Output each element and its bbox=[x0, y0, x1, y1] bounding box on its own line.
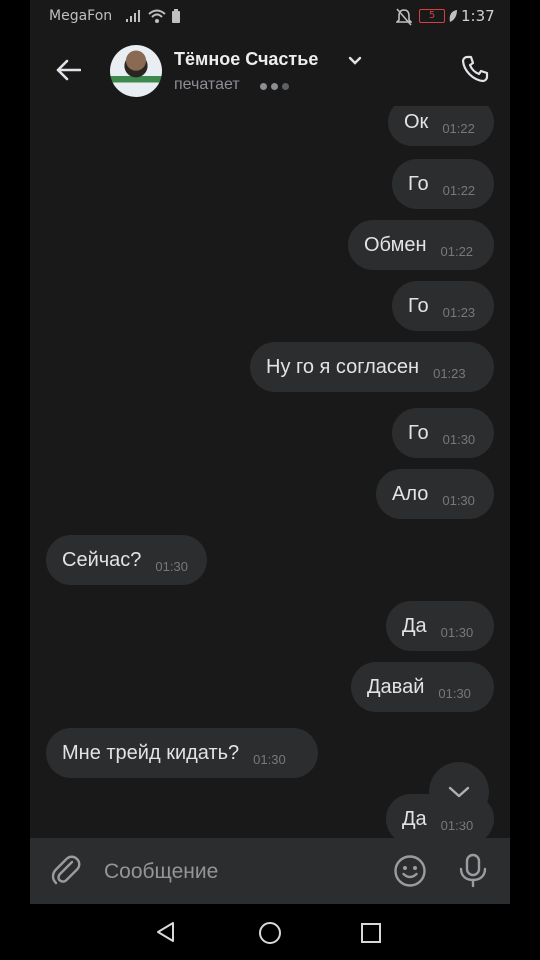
message-text: Го bbox=[408, 294, 429, 317]
message-time: 01:30 bbox=[440, 624, 474, 640]
back-button[interactable] bbox=[46, 48, 90, 92]
paperclip-icon bbox=[51, 855, 81, 885]
message-bubble-incoming[interactable]: Мне трейд кидать? 01:30 bbox=[46, 728, 318, 778]
wifi-icon bbox=[148, 9, 166, 23]
microphone-icon bbox=[459, 853, 487, 888]
message-time: 01:23 bbox=[442, 304, 476, 320]
message-time: 01:22 bbox=[440, 243, 474, 259]
emoji-button[interactable] bbox=[392, 853, 428, 893]
message-time: 01:30 bbox=[155, 558, 188, 574]
message-time: 01:30 bbox=[442, 431, 476, 447]
message-text: Ало bbox=[392, 482, 429, 505]
message-time: 01:30 bbox=[442, 492, 475, 508]
message-bubble-incoming[interactable]: Сейчас? 01:30 bbox=[46, 535, 207, 585]
signal-icon bbox=[126, 10, 140, 22]
message-input[interactable] bbox=[102, 852, 386, 892]
battery-indicator: 5 bbox=[419, 9, 445, 23]
power-saving-icon bbox=[449, 10, 457, 22]
message-text: Ок bbox=[404, 110, 429, 133]
arrow-left-icon bbox=[56, 59, 81, 81]
message-bubble[interactable]: Го 01:23 bbox=[392, 281, 494, 331]
typing-indicator bbox=[260, 83, 289, 90]
square-recent-icon[interactable] bbox=[360, 922, 382, 944]
avatar[interactable] bbox=[110, 45, 162, 97]
contact-name[interactable]: Тёмное Счастье bbox=[174, 49, 318, 70]
message-bubble[interactable]: Ок 01:22 bbox=[388, 106, 494, 146]
clock: 1:37 bbox=[461, 7, 495, 25]
message-time: 01:30 bbox=[253, 751, 286, 767]
message-text: Ну го я согласен bbox=[266, 355, 420, 378]
message-bubble[interactable]: Обмен 01:22 bbox=[348, 220, 494, 270]
message-text: Давай bbox=[367, 675, 425, 698]
battery-alert-icon bbox=[172, 9, 180, 23]
attach-button[interactable] bbox=[48, 852, 84, 892]
message-text: Го bbox=[408, 172, 429, 195]
chevron-down-icon bbox=[448, 786, 470, 798]
message-bubble[interactable]: Го 01:22 bbox=[392, 159, 494, 209]
message-time: 01:30 bbox=[438, 685, 471, 701]
carrier-name: MegaFon bbox=[49, 8, 113, 24]
message-text: Обмен bbox=[364, 233, 427, 256]
chat-screen: MegaFon 5 1:37 Тёмное Счастье печатает О… bbox=[30, 0, 510, 960]
message-text: Мне трейд кидать? bbox=[62, 741, 240, 764]
message-bubble[interactable]: Да 01:30 bbox=[386, 601, 494, 651]
message-time: 01:22 bbox=[442, 182, 476, 198]
chat-header: Тёмное Счастье печатает bbox=[30, 34, 510, 106]
chevron-down-icon[interactable] bbox=[348, 56, 362, 66]
message-list[interactable]: Ок 01:22 Го 01:22 Обмен 01:22 Го 01:23 Н… bbox=[30, 106, 510, 838]
system-nav-bar bbox=[30, 904, 510, 960]
message-text: Го bbox=[408, 421, 429, 444]
message-bubble[interactable]: Давай 01:30 bbox=[351, 662, 494, 712]
message-bubble[interactable]: Ну го я согласен 01:23 bbox=[250, 342, 494, 392]
message-text: Да bbox=[402, 807, 427, 830]
microphone-button[interactable] bbox=[458, 853, 488, 893]
phone-icon bbox=[461, 55, 489, 83]
call-button[interactable] bbox=[452, 46, 498, 92]
triangle-back-icon[interactable] bbox=[154, 920, 178, 944]
message-time: 01:22 bbox=[442, 120, 475, 136]
battery-level: 5 bbox=[428, 10, 436, 21]
message-composer bbox=[30, 838, 510, 904]
smiley-icon bbox=[394, 855, 426, 887]
circle-home-icon[interactable] bbox=[258, 921, 282, 945]
typing-status: печатает bbox=[174, 76, 240, 93]
message-bubble[interactable]: Го 01:30 bbox=[392, 408, 494, 458]
message-bubble[interactable]: Ало 01:30 bbox=[376, 469, 494, 519]
message-time: 01:23 bbox=[433, 365, 466, 381]
status-bar: MegaFon 5 1:37 bbox=[30, 0, 510, 34]
typing-dot bbox=[271, 83, 278, 90]
typing-dot bbox=[282, 83, 289, 90]
message-text: Да bbox=[402, 614, 427, 637]
typing-dot bbox=[260, 83, 267, 90]
mute-icon bbox=[396, 8, 412, 26]
scroll-down-button[interactable] bbox=[429, 762, 489, 822]
message-text: Сейчас? bbox=[62, 548, 142, 571]
